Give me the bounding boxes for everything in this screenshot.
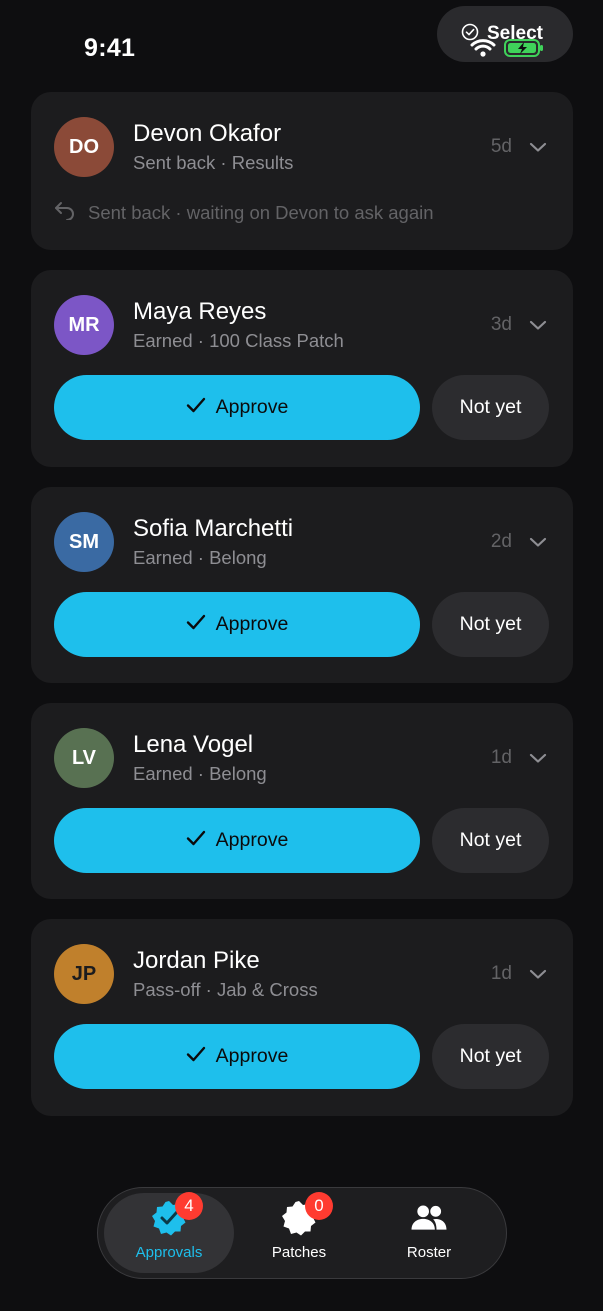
- list-item: SM Sofia Marchetti Earned · Belong 2d Ap…: [31, 487, 573, 683]
- chevron-down-icon[interactable]: [528, 964, 548, 984]
- request-subtitle: Sent back · Results: [133, 152, 294, 173]
- not-yet-button[interactable]: Not yet: [432, 1024, 549, 1089]
- avatar: SM: [54, 512, 114, 572]
- chevron-down-icon[interactable]: [528, 748, 548, 768]
- student-name: Devon Okafor: [133, 120, 282, 147]
- approve-button[interactable]: Approve: [54, 808, 420, 873]
- avatar: LV: [54, 728, 114, 788]
- approve-button[interactable]: Approve: [54, 592, 420, 657]
- check-badge-icon: 4: [149, 1192, 203, 1238]
- request-age: 1d: [490, 747, 512, 768]
- status-time: 9:41: [84, 34, 136, 62]
- request-age: 5d: [490, 136, 512, 157]
- student-name: Sofia Marchetti: [133, 515, 294, 542]
- request-age: 2d: [490, 531, 512, 552]
- tab-roster[interactable]: Roster: [364, 1193, 494, 1273]
- not-yet-button[interactable]: Not yet: [432, 808, 549, 873]
- list-item: MR Maya Reyes Earned · 100 Class Patch 3…: [31, 270, 573, 467]
- not-yet-button[interactable]: Not yet: [432, 592, 549, 657]
- sent-back-note: Sent back · waiting on Devon to ask agai…: [88, 201, 434, 223]
- wifi-icon: [470, 38, 496, 63]
- tab-patches[interactable]: 0 Patches: [234, 1192, 364, 1273]
- chevron-down-icon[interactable]: [528, 315, 548, 335]
- student-name: Jordan Pike: [133, 947, 260, 974]
- status-icons: [470, 38, 544, 63]
- patch-icon: 0: [279, 1192, 333, 1238]
- checkmark-icon: [186, 829, 216, 853]
- tab-label: Roster: [406, 1244, 452, 1261]
- battery-icon: [504, 38, 544, 63]
- checkmark-icon: [186, 1045, 216, 1069]
- tab-label: Patches: [271, 1244, 327, 1261]
- avatar: MR: [54, 295, 114, 355]
- list-item: JP Jordan Pike Pass-off · Jab & Cross 1d…: [31, 919, 573, 1116]
- list-item[interactable]: DO Devon Okafor Sent back · Results 5d S…: [31, 92, 573, 250]
- tab-label: Approvals: [135, 1244, 203, 1261]
- approvals-badge: 4: [175, 1192, 203, 1220]
- request-subtitle: Earned · Belong: [133, 547, 267, 568]
- student-name: Lena Vogel: [133, 731, 254, 758]
- approvals-list: DO Devon Okafor Sent back · Results 5d S…: [31, 92, 573, 1136]
- patches-badge: 0: [305, 1192, 333, 1220]
- tab-bar: 4 Approvals 0 Patches Roster: [97, 1187, 507, 1279]
- people-icon: [409, 1198, 449, 1238]
- request-subtitle: Pass-off · Jab & Cross: [133, 979, 318, 1000]
- approve-button[interactable]: Approve: [54, 375, 420, 440]
- approve-button[interactable]: Approve: [54, 1024, 420, 1089]
- request-subtitle: Earned · 100 Class Patch: [133, 330, 344, 351]
- checkmark-icon: [186, 613, 216, 637]
- avatar: JP: [54, 944, 114, 1004]
- tab-approvals[interactable]: 4 Approvals: [104, 1192, 234, 1273]
- request-age: 3d: [490, 314, 512, 335]
- student-name: Maya Reyes: [133, 298, 267, 325]
- checkmark-icon: [186, 396, 216, 420]
- request-age: 1d: [490, 963, 512, 984]
- request-subtitle: Earned · Belong: [133, 763, 267, 784]
- chevron-down-icon[interactable]: [528, 137, 548, 157]
- list-item: LV Lena Vogel Earned · Belong 1d Approve…: [31, 703, 573, 899]
- chevron-down-icon[interactable]: [528, 532, 548, 552]
- avatar: DO: [54, 117, 114, 177]
- return-arrow-icon: [54, 200, 88, 225]
- not-yet-button[interactable]: Not yet: [432, 375, 549, 440]
